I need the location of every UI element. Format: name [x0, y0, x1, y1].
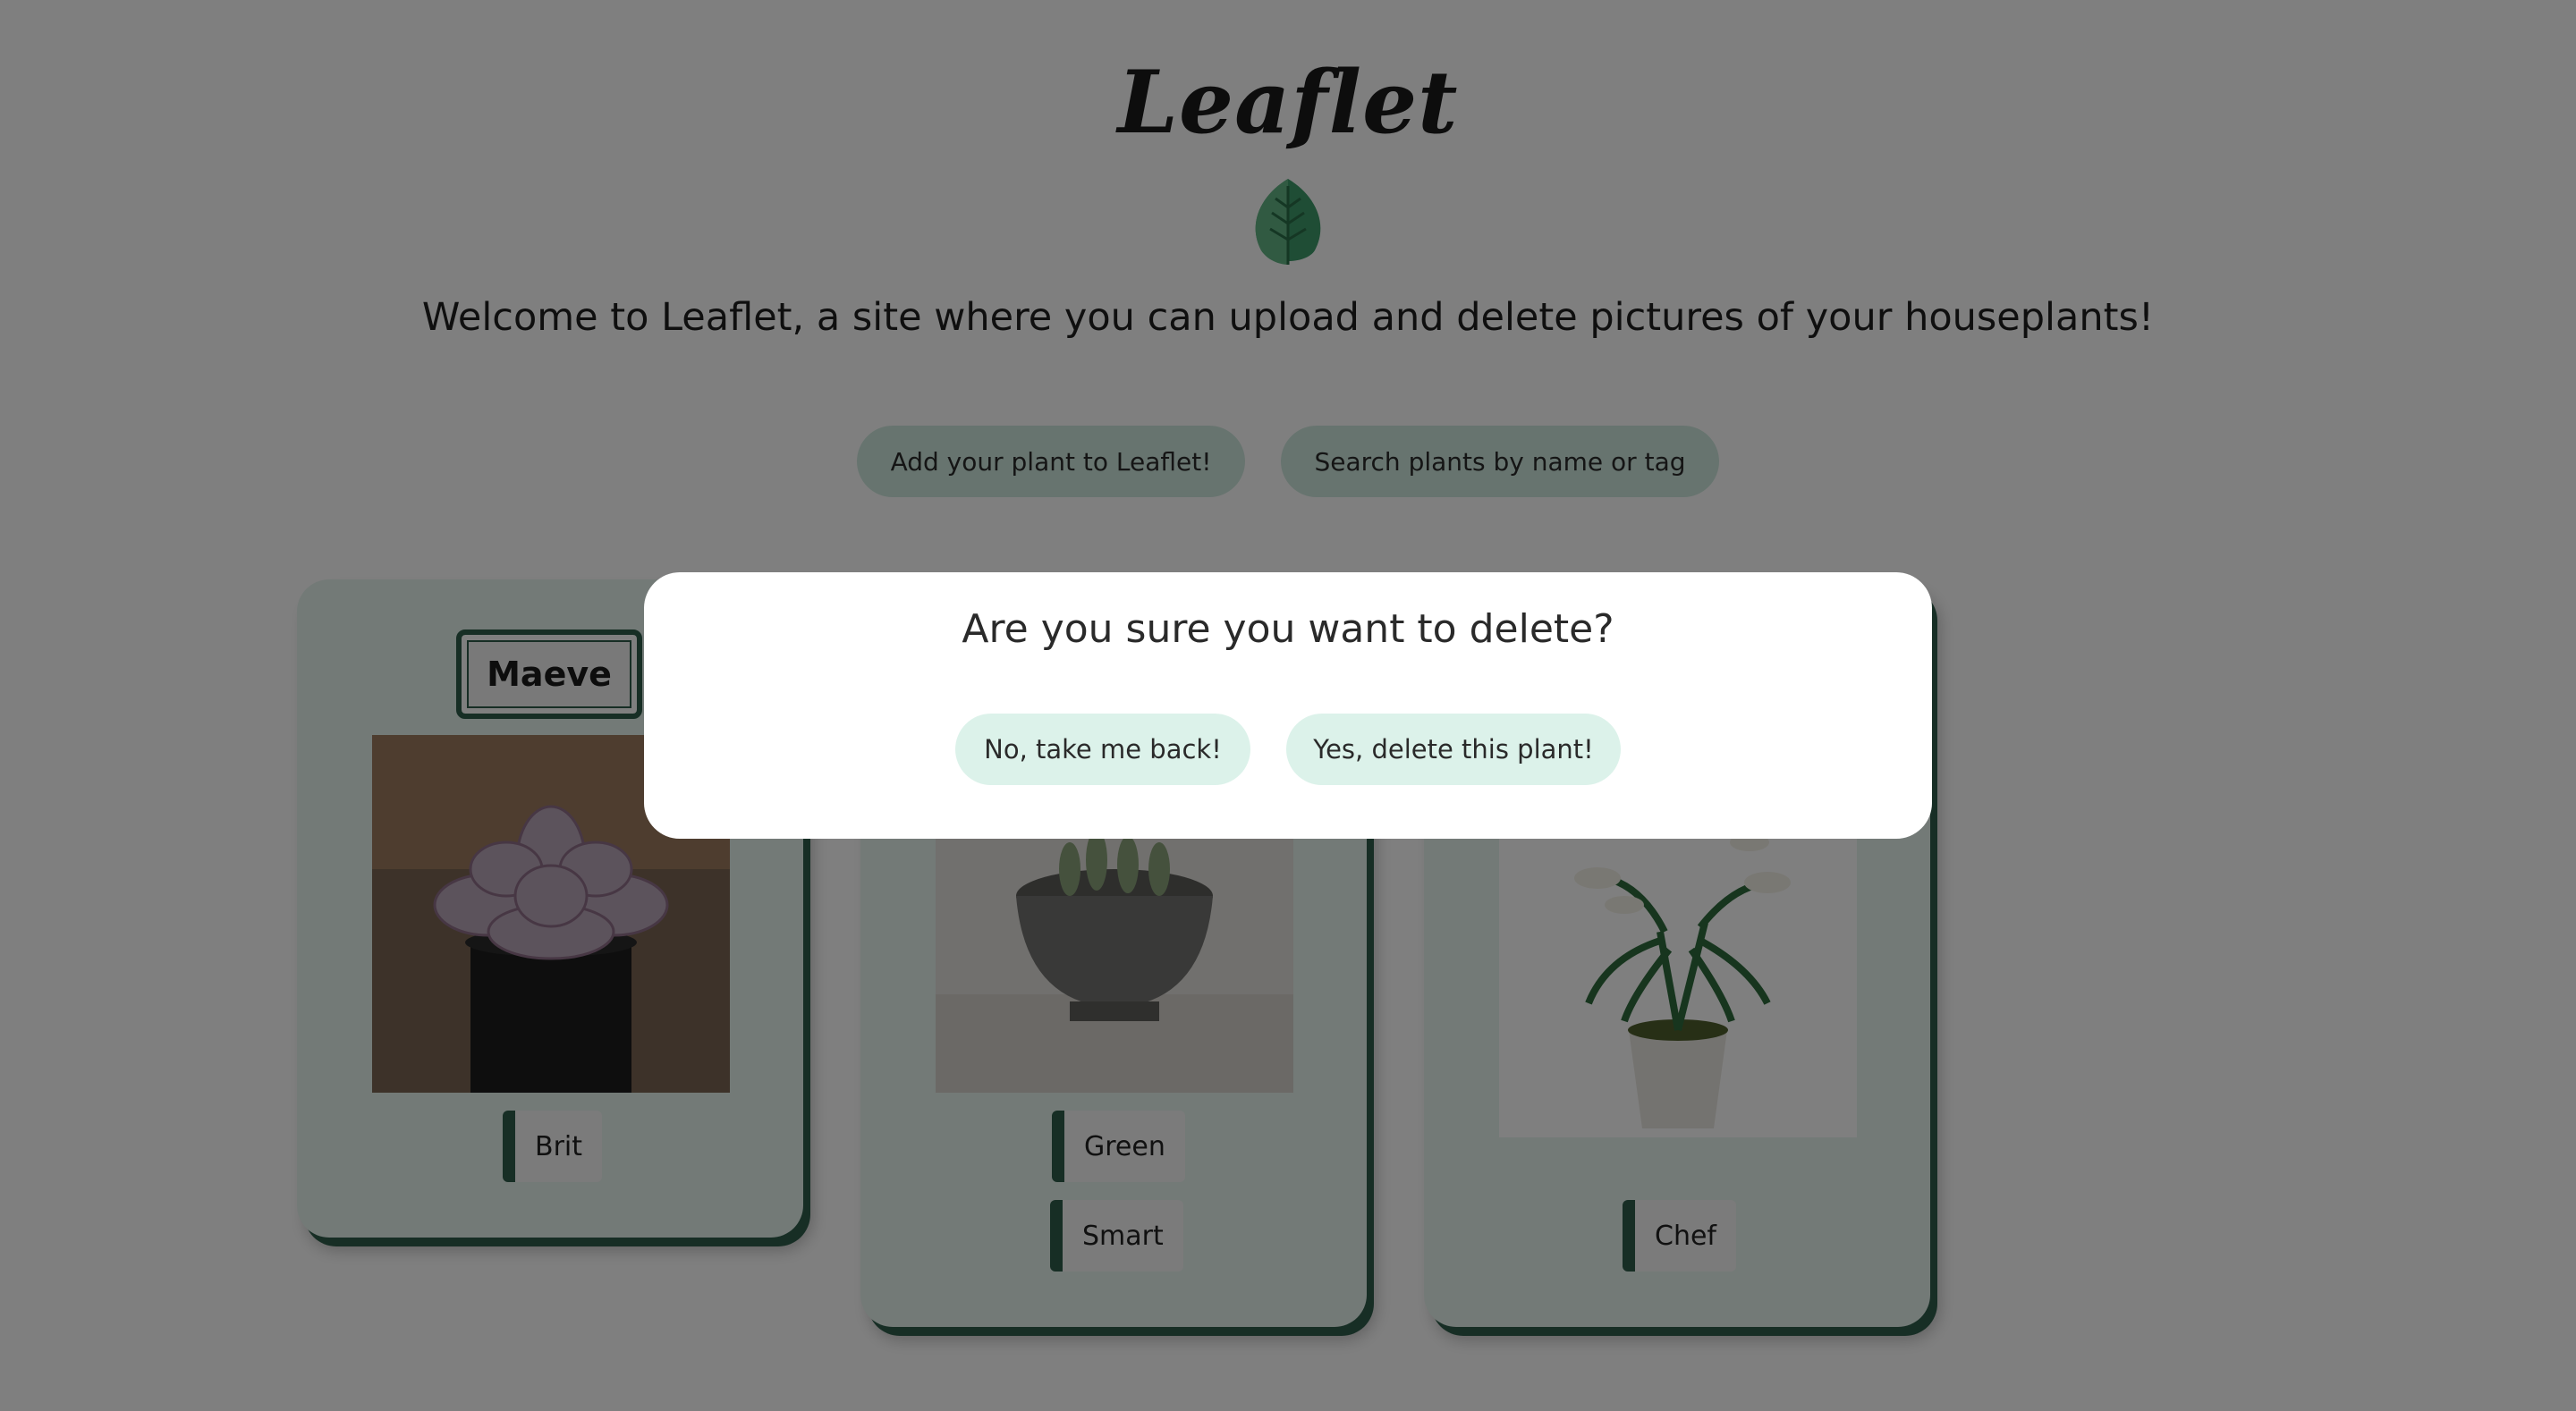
dialog-title: Are you sure you want to delete? — [962, 606, 1614, 652]
confirm-delete-button[interactable]: Yes, delete this plant! — [1286, 714, 1621, 785]
page: Leaflet Welcome to Leaflet, a site where… — [0, 0, 2576, 1411]
delete-confirm-dialog: Are you sure you want to delete? No, tak… — [644, 572, 1932, 839]
cancel-button[interactable]: No, take me back! — [955, 714, 1250, 785]
